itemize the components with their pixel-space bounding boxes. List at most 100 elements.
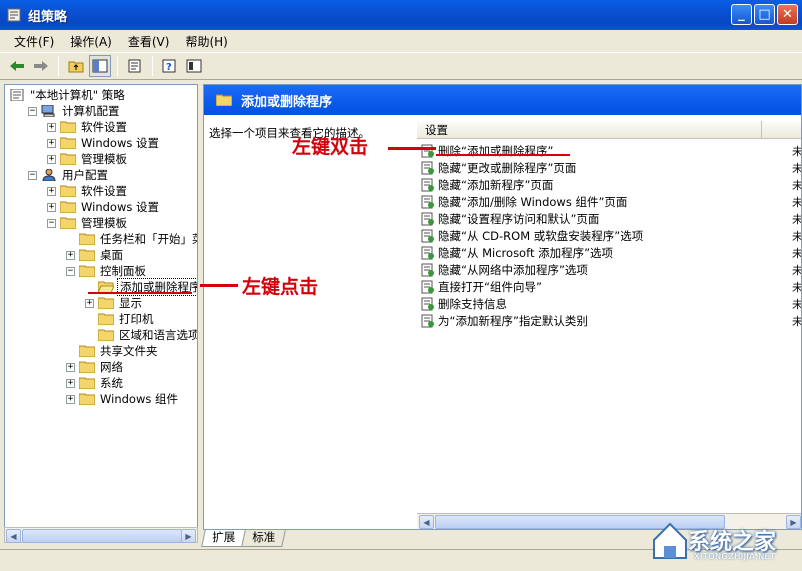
scroll-right-arrow[interactable]: ▶: [181, 529, 196, 543]
folder-icon: [60, 201, 76, 213]
tab-extended[interactable]: 扩展: [201, 530, 246, 547]
folder-icon: [60, 217, 76, 229]
menu-view[interactable]: 查看(V): [120, 31, 178, 52]
list-item[interactable]: 隐藏“设置程序访问和默认”页面 未: [421, 211, 802, 227]
policy-setting-icon: [421, 161, 434, 175]
list-item-label: 删除支持信息: [438, 297, 507, 311]
list-item[interactable]: 删除“添加或删除程序” 未: [421, 143, 802, 159]
tree-expander[interactable]: +: [66, 362, 75, 372]
tree-node-label: "本地计算机" 策略: [30, 88, 125, 102]
menu-bar: 文件(F) 操作(A) 查看(V) 帮助(H): [0, 30, 802, 52]
list-item-state: 未: [792, 213, 802, 226]
group-policy-icon: [7, 8, 21, 22]
column-settings[interactable]: 设置: [417, 121, 762, 138]
tree-expander[interactable]: +: [47, 154, 56, 164]
policy-setting-icon: [421, 280, 434, 294]
list-item-state: 未: [792, 298, 802, 311]
tree-expander[interactable]: +: [47, 186, 56, 196]
list-item-state: 未: [792, 145, 802, 158]
tree-node[interactable]: − 控制面板: [66, 263, 148, 279]
tree-node[interactable]: 区域和语言选项: [85, 327, 197, 343]
menu-file[interactable]: 文件(F): [6, 31, 62, 52]
show-tree-button[interactable]: [89, 55, 111, 77]
tree-node[interactable]: + 软件设置: [47, 183, 129, 199]
toolbar-separator: [152, 56, 153, 76]
tree-node[interactable]: 任务栏和「开始」菜: [66, 231, 197, 247]
tree-node-label: Windows 组件: [100, 392, 178, 406]
folder-icon: [60, 121, 76, 133]
title-bar[interactable]: 组策略 _ □ ✕: [0, 0, 802, 30]
folder-up-icon: [68, 61, 84, 73]
tree-expander[interactable]: +: [47, 202, 56, 212]
list-item-label: 删除“添加或删除程序”: [438, 144, 554, 158]
tab-standard[interactable]: 标准: [241, 530, 286, 547]
tree-node[interactable]: + 网络: [66, 359, 125, 375]
tree-node[interactable]: + 管理模板: [47, 151, 129, 167]
tree-node[interactable]: + Windows 设置: [47, 199, 161, 215]
tree-node[interactable]: + 桌面: [66, 247, 125, 263]
tree-node[interactable]: 打印机: [85, 311, 156, 327]
list-item[interactable]: 隐藏“从 Microsoft 添加程序”选项 未: [421, 245, 801, 261]
properties-button[interactable]: [183, 55, 205, 77]
forward-button[interactable]: [30, 55, 52, 77]
scroll-thumb[interactable]: [22, 529, 182, 543]
list-item-label: 隐藏“从 CD-ROM 或软盘安装程序”选项: [438, 229, 644, 243]
list-item[interactable]: 隐藏“从 CD-ROM 或软盘安装程序”选项 未: [421, 228, 801, 244]
folder-icon: [60, 153, 76, 165]
tree-expander[interactable]: −: [47, 218, 56, 228]
tree-expander[interactable]: +: [47, 138, 56, 148]
tree-expander[interactable]: −: [66, 266, 75, 276]
up-folder-button[interactable]: [65, 55, 87, 77]
list-item[interactable]: 直接打开“组件向导” 未: [421, 279, 801, 295]
menu-help[interactable]: 帮助(H): [177, 31, 235, 52]
tree-pane[interactable]: "本地计算机" 策略 − 计算机配置 + 软件设置 + Windows 设置 + 管理模板 − 用户…: [4, 84, 198, 542]
list-item[interactable]: 隐藏“更改或删除程序”页面 未: [421, 160, 801, 176]
help-icon: ?: [162, 59, 176, 73]
tree-expander[interactable]: +: [66, 394, 75, 404]
tree-expander[interactable]: −: [28, 170, 37, 180]
column-state[interactable]: [762, 121, 801, 138]
tree-node[interactable]: − 用户配置: [28, 167, 110, 183]
tree-node[interactable]: + 系统: [66, 375, 125, 391]
tree-expander[interactable]: +: [47, 122, 56, 132]
folder-icon: [216, 94, 232, 106]
export-list-button[interactable]: [124, 55, 146, 77]
list-item-state: 未: [792, 179, 802, 192]
menu-action[interactable]: 操作(A): [62, 31, 120, 52]
tree-expander[interactable]: +: [85, 298, 94, 308]
close-button[interactable]: ✕: [777, 4, 798, 25]
tree-node[interactable]: + 软件设置: [47, 119, 129, 135]
folder-icon: [79, 249, 95, 261]
tree-node[interactable]: − 计算机配置: [28, 103, 122, 119]
list-item[interactable]: 隐藏“添加新程序”页面 未: [421, 177, 802, 193]
maximize-button[interactable]: □: [754, 4, 775, 25]
tree-expander: [66, 347, 75, 356]
tree-node[interactable]: "本地计算机" 策略: [9, 87, 127, 103]
folder-icon: [79, 377, 95, 389]
list-item[interactable]: 为“添加新程序”指定默认类别 未: [421, 313, 801, 329]
folder-icon: [60, 137, 76, 149]
help-button[interactable]: ?: [159, 55, 181, 77]
scroll-left-arrow[interactable]: ◀: [6, 529, 21, 543]
policy-setting-icon: [421, 178, 434, 192]
tree-node[interactable]: + Windows 设置: [47, 135, 161, 151]
tree-expander[interactable]: +: [66, 378, 75, 388]
list-item[interactable]: 隐藏“从网络中添加程序”选项 未: [421, 262, 801, 278]
tree-node[interactable]: 共享文件夹: [66, 343, 160, 359]
list-item-label: 为“添加新程序”指定默认类别: [438, 314, 588, 328]
tree-expander[interactable]: −: [28, 106, 37, 116]
toolbar-separator: [117, 56, 118, 76]
list-item[interactable]: 隐藏“添加/删除 Windows 组件”页面 未: [421, 194, 801, 210]
tree-node[interactable]: − 管理模板: [47, 215, 129, 231]
back-button[interactable]: [6, 55, 28, 77]
tree-node[interactable]: + Windows 组件: [66, 391, 180, 407]
tree-node[interactable]: + 显示: [85, 295, 144, 311]
tree-expander[interactable]: +: [66, 250, 75, 260]
list-item[interactable]: 删除支持信息 未: [421, 296, 802, 312]
tree-node-label: 管理模板: [81, 152, 127, 166]
minimize-button[interactable]: _: [731, 4, 752, 25]
scroll-left-arrow[interactable]: ◀: [419, 515, 434, 529]
annotation-underline: [436, 154, 570, 156]
tree-horizontal-scrollbar[interactable]: ◀ ▶: [4, 527, 198, 543]
tree-node-label: 用户配置: [62, 168, 108, 182]
